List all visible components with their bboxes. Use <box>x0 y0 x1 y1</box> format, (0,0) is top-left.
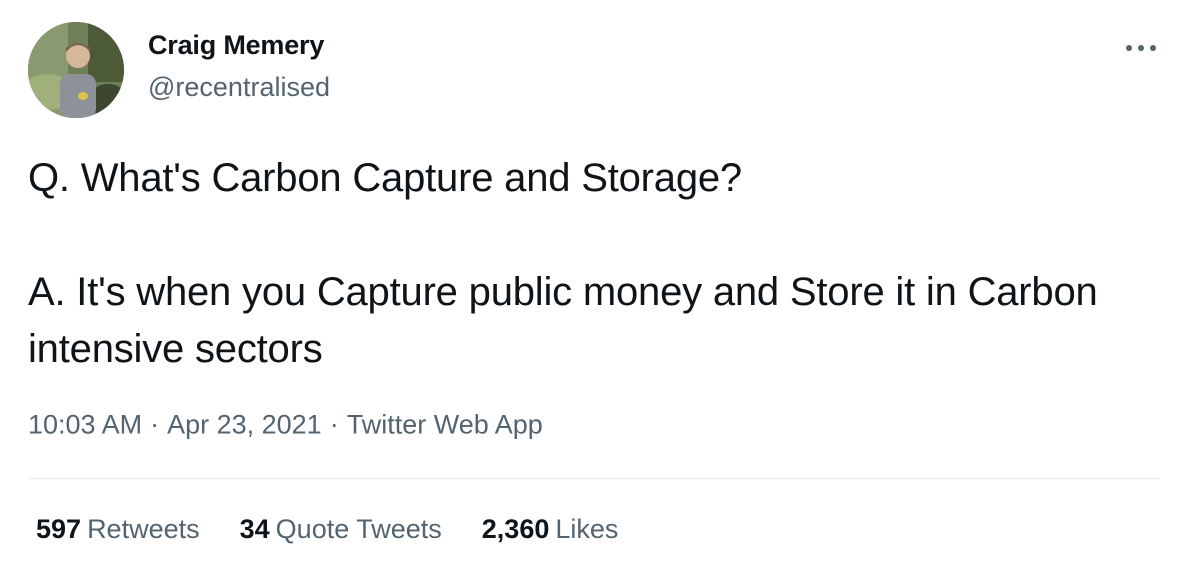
quote-tweets-count: 34 <box>239 514 270 544</box>
avatar[interactable] <box>28 22 124 118</box>
likes-count: 2,360 <box>481 514 550 544</box>
author-name[interactable]: Craig Memery <box>148 30 324 61</box>
tweet-text-spacer <box>28 207 1148 264</box>
tweet-text-question: Q. What's Carbon Capture and Storage? <box>28 156 742 200</box>
retweets-label: Retweets <box>87 514 200 544</box>
tweet-time[interactable]: 10:03 AM <box>28 409 142 439</box>
retweets-stat[interactable]: 597 Retweets <box>36 514 200 545</box>
likes-label: Likes <box>555 514 619 544</box>
tweet-date[interactable]: Apr 23, 2021 <box>167 409 322 439</box>
more-horizontal-icon <box>1126 45 1156 51</box>
divider <box>28 478 1160 479</box>
meta-separator: · <box>329 409 339 440</box>
tweet-text-answer: A. It's when you Capture public money an… <box>28 270 1098 371</box>
quote-tweets-stat[interactable]: 34 Quote Tweets <box>240 514 442 545</box>
meta-separator: · <box>150 409 160 440</box>
tweet-metadata: 10:03 AM · Apr 23, 2021 · Twitter Web App <box>28 408 543 440</box>
engagement-stats: 597 Retweets 34 Quote Tweets 2,360 Likes <box>36 514 618 545</box>
likes-stat[interactable]: 2,360 Likes <box>482 514 619 545</box>
author-handle[interactable]: @recentralised <box>148 72 330 103</box>
more-options-button[interactable] <box>1121 36 1161 60</box>
tweet-card: Craig Memery @recentralised Q. What's Ca… <box>0 0 1192 582</box>
tweet-source[interactable]: Twitter Web App <box>347 409 543 439</box>
avatar-photo <box>28 22 124 118</box>
quote-tweets-label: Quote Tweets <box>275 514 442 544</box>
tweet-text: Q. What's Carbon Capture and Storage? A.… <box>28 150 1148 378</box>
retweets-count: 597 <box>36 514 82 544</box>
